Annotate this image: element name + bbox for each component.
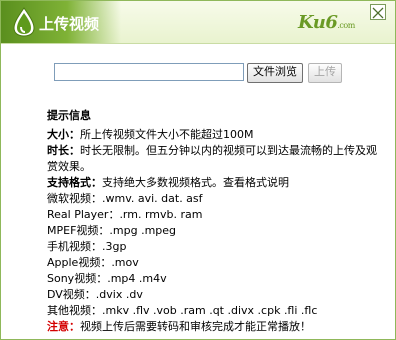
close-icon [372,7,384,19]
browse-file-button[interactable]: 文件浏览 [247,63,303,83]
upload-dialog: 上传视频 Ku6.com 文件浏览 上传 提示信息 大小：所上传视频文件大小不能… [0,0,396,340]
formats-line: 支持格式：支持绝大多数视频格式。查看格式说明 [47,175,387,191]
formats-text: 支持绝大多数视频格式。查看格式说明 [102,176,289,189]
format-line-3gp: 手机视频：.3gp [47,240,127,253]
brand-logo: Ku6.com [298,12,355,33]
brand-suffix: .com [337,21,355,30]
format-line-apple: Apple视频：.mov [47,256,139,269]
title-bar: 上传视频 Ku6.com [1,1,395,44]
format-line-wmv: 微软视频：.wmv. avi. dat. asf [47,192,203,205]
note-line: 注意：视频上传后需要转码和审核完成才能正常播放！ [47,319,387,335]
format-line-mpeg: MPEF视频：.mpg .mpeg [47,224,177,237]
upload-button[interactable]: 上传 [308,63,342,83]
format-line-dv: DV视频：.dvix .dv [47,288,143,301]
note-text: 视频上传后需要转码和审核完成才能正常播放！ [80,320,311,333]
format-line-real: Real Player：.rm. rmvb. ram [47,208,203,221]
info-panel: 提示信息 大小：所上传视频文件大小不能超过100M 时长：时长无限制。但五分钟以… [47,108,387,335]
window-title: 上传视频 [39,15,100,33]
size-line: 大小：所上传视频文件大小不能超过100M [47,127,387,143]
duration-line: 时长：时长无限制。但五分钟以内的视频可以到达最流畅的上传及观赏效果。 [47,143,387,175]
note-label: 注意： [47,320,80,333]
formats-label: 支持格式： [47,176,102,189]
info-heading: 提示信息 [47,109,91,122]
size-text: 所上传视频文件大小不能超过100M [80,128,254,141]
file-path-input[interactable] [54,63,244,81]
format-line-other: 其他视频：.mkv .flv .vob .ram .qt .divx .cpk … [47,304,318,317]
size-label: 大小： [47,128,80,141]
ku6-drop-logo-icon [13,7,35,37]
format-line-sony: Sony视频：.mp4 .m4v [47,272,167,285]
duration-label: 时长： [47,144,80,157]
duration-text: 时长无限制。但五分钟以内的视频可以到达最流畅的上传及观赏效果。 [47,144,377,173]
brand-name: Ku6 [298,12,338,33]
close-button[interactable] [370,4,386,20]
